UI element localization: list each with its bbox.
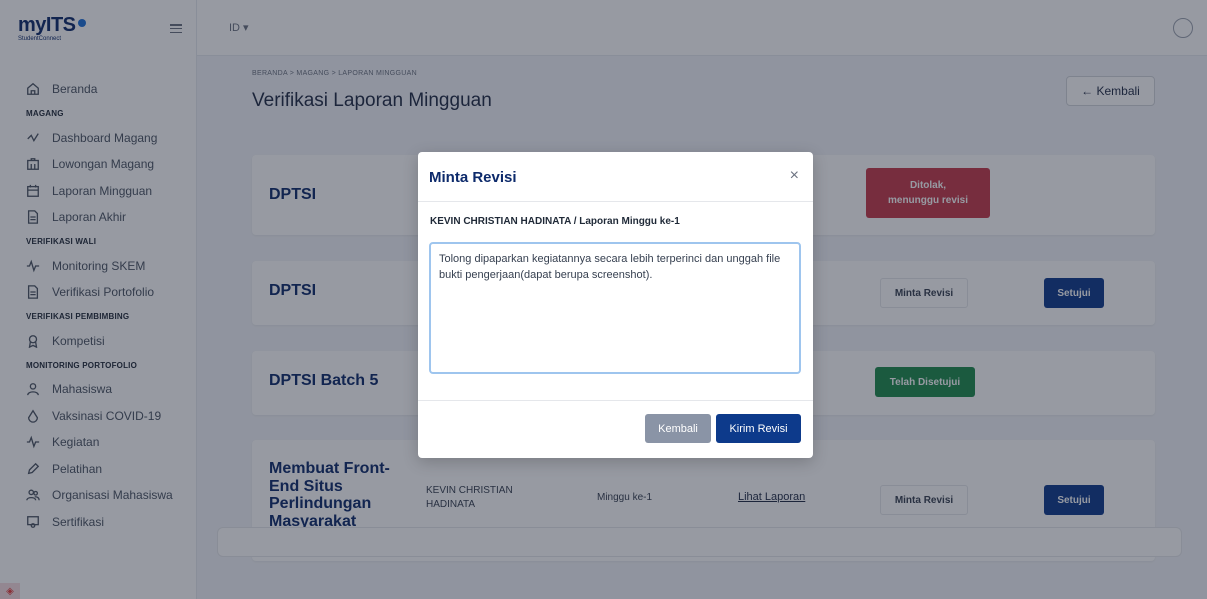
modal-title: Minta Revisi xyxy=(429,169,517,186)
submit-revision-button[interactable]: Kirim Revisi xyxy=(716,414,801,443)
revision-message-input[interactable]: Tolong dipaparkan kegiatannya secara leb… xyxy=(429,242,801,374)
modal-subtitle: KEVIN CHRISTIAN HADINATA / Laporan Mingg… xyxy=(430,216,680,227)
cancel-button[interactable]: Kembali xyxy=(645,414,711,443)
modal-footer: Kembali Kirim Revisi xyxy=(418,400,813,458)
close-icon[interactable]: × xyxy=(790,168,799,184)
revision-modal: Minta Revisi × KEVIN CHRISTIAN HADINATA … xyxy=(418,152,813,458)
modal-header: Minta Revisi × xyxy=(418,152,813,202)
